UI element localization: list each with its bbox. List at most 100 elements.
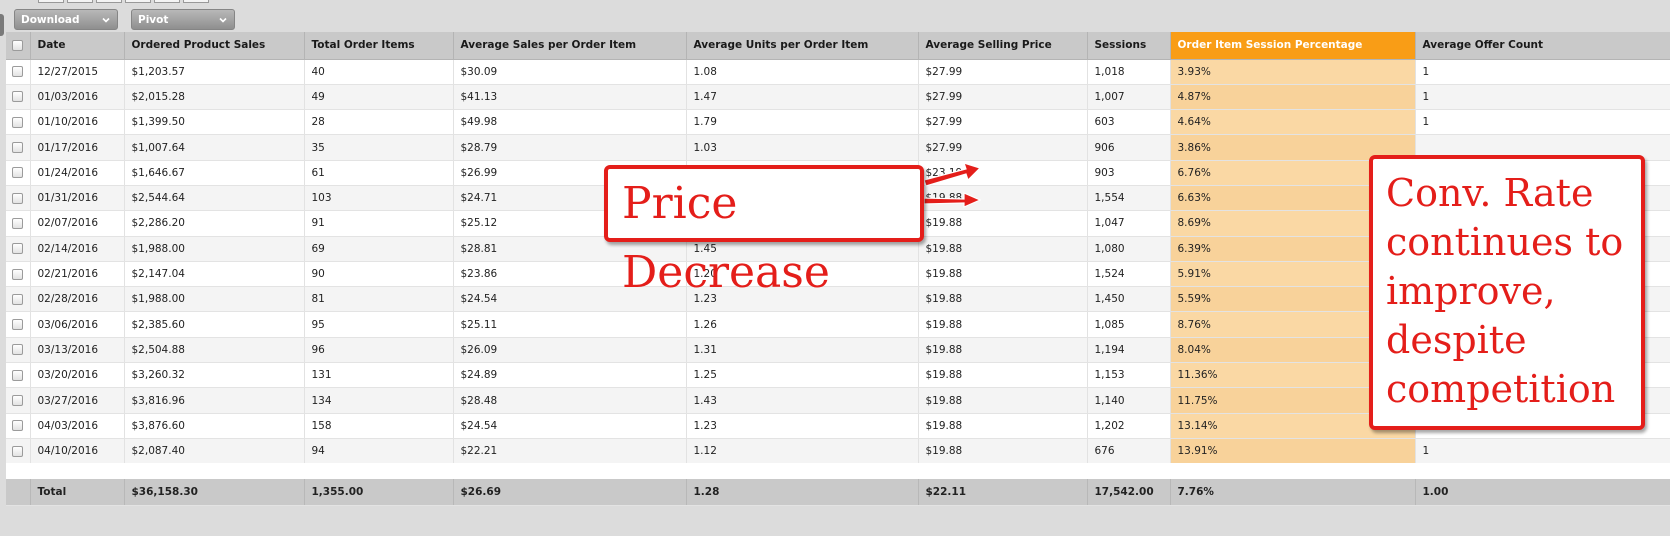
row-select-cell — [6, 286, 31, 313]
table-row[interactable]: 01/03/2016 $2,015.28 49 $41.13 1.47 $27.99 1,0… — [6, 84, 1670, 111]
total-sessions: 17,542.00 — [1087, 479, 1171, 506]
cell-date: 02/07/2016 — [30, 210, 125, 237]
row-checkbox[interactable] — [12, 369, 24, 381]
cell-avg-selling-price: $19.88 — [918, 286, 1088, 313]
row-select-cell — [6, 210, 31, 237]
col-header-total-order-items[interactable]: Total Order Items — [304, 32, 454, 60]
cell-sessions: 1,140 — [1087, 387, 1171, 414]
col-header-sessions[interactable]: Sessions — [1087, 32, 1171, 60]
cell-date: 02/21/2016 — [30, 261, 125, 288]
cell-ordered-product-sales: $1,646.67 — [124, 160, 305, 186]
price-decrease-callout: Price Decrease — [604, 165, 924, 298]
cell-sessions: 1,524 — [1087, 261, 1171, 288]
cell-sessions: 1,018 — [1087, 59, 1171, 85]
side-handle[interactable] — [0, 14, 4, 36]
cell-ordered-product-sales: $1,988.00 — [124, 236, 305, 262]
cell-total-order-items: 28 — [304, 109, 454, 136]
pager-tab[interactable] — [183, 0, 209, 3]
row-checkbox[interactable] — [12, 192, 24, 204]
pager-tab[interactable] — [154, 0, 180, 3]
pager-tab[interactable] — [38, 0, 64, 3]
table-row[interactable]: 04/10/2016 $2,087.40 94 $22.21 1.12 $19.88 676… — [6, 438, 1670, 465]
cell-avg-selling-price: $27.99 — [918, 59, 1088, 85]
table-row[interactable]: 01/10/2016 $1,399.50 28 $49.98 1.79 $27.99 603… — [6, 109, 1670, 136]
cell-sessions: 1,153 — [1087, 362, 1171, 389]
row-checkbox[interactable] — [12, 91, 24, 103]
row-checkbox[interactable] — [12, 217, 24, 229]
pager-tab[interactable] — [67, 0, 93, 3]
cell-date: 03/06/2016 — [30, 311, 125, 338]
top-pager — [38, 0, 212, 3]
cell-ordered-product-sales: $2,504.88 — [124, 337, 305, 364]
row-checkbox[interactable] — [12, 293, 24, 305]
total-avg-selling-price: $22.11 — [918, 479, 1088, 506]
cell-ordered-product-sales: $3,876.60 — [124, 413, 305, 439]
download-dropdown[interactable]: Download — [14, 9, 118, 30]
row-checkbox[interactable] — [12, 142, 24, 154]
cell-avg-selling-price: $19.88 — [918, 438, 1088, 465]
cell-sessions: 676 — [1087, 438, 1171, 465]
totals-label: Total — [30, 479, 125, 506]
cell-date: 01/17/2016 — [30, 134, 125, 161]
select-all-checkbox[interactable] — [12, 39, 24, 51]
pager-tab[interactable] — [125, 0, 151, 3]
pager-tab[interactable] — [96, 0, 122, 3]
pivot-dropdown[interactable]: Pivot — [131, 9, 235, 30]
cell-avg-sales-per-item: $24.89 — [453, 362, 687, 389]
col-header-ordered-product-sales[interactable]: Ordered Product Sales — [124, 32, 305, 60]
cell-ordered-product-sales: $1,988.00 — [124, 286, 305, 313]
row-checkbox[interactable] — [12, 420, 24, 432]
cell-sessions: 1,085 — [1087, 311, 1171, 338]
totals-spacer — [6, 479, 31, 506]
row-checkbox[interactable] — [12, 268, 24, 280]
totals-bar: Total $36,158.30 1,355.00 $26.69 1.28 $2… — [6, 479, 1670, 506]
cell-ordered-product-sales: $1,007.64 — [124, 134, 305, 161]
col-header-avg-offer-count[interactable]: Average Offer Count — [1415, 32, 1670, 60]
total-ordered-product-sales: $36,158.30 — [124, 479, 305, 506]
cell-sessions: 1,007 — [1087, 84, 1171, 111]
row-checkbox[interactable] — [12, 395, 24, 406]
cell-sessions: 1,080 — [1087, 236, 1171, 262]
col-header-order-item-session-pct[interactable]: Order Item Session Percentage — [1170, 32, 1416, 60]
col-header-avg-units-per-item[interactable]: Average Units per Order Item — [686, 32, 919, 60]
row-checkbox[interactable] — [12, 344, 24, 356]
cell-avg-selling-price: $19.88 — [918, 362, 1088, 389]
cell-date: 02/28/2016 — [30, 286, 125, 313]
toolbar: Download Pivot — [14, 9, 235, 30]
row-checkbox[interactable] — [12, 167, 24, 179]
row-checkbox[interactable] — [12, 116, 24, 128]
cell-ordered-product-sales: $2,385.60 — [124, 311, 305, 338]
cell-date: 12/27/2015 — [30, 59, 125, 85]
table-row[interactable]: 12/27/2015 $1,203.57 40 $30.09 1.08 $27.99 1,0… — [6, 59, 1670, 85]
cell-date: 01/31/2016 — [30, 185, 125, 212]
cell-avg-offer-count: 1 — [1415, 84, 1670, 111]
cell-avg-sales-per-item: $41.13 — [453, 84, 687, 111]
cell-date: 04/03/2016 — [30, 413, 125, 439]
cell-avg-selling-price: $19.88 — [918, 261, 1088, 288]
cell-avg-selling-price: $19.88 — [918, 210, 1088, 237]
spacer — [6, 463, 1670, 479]
row-select-cell — [6, 236, 31, 262]
row-select-cell — [6, 362, 31, 389]
row-select-cell — [6, 185, 31, 212]
col-header-avg-selling-price[interactable]: Average Selling Price — [918, 32, 1088, 60]
cell-avg-units-per-item: 1.08 — [686, 59, 919, 85]
cell-avg-sales-per-item: $24.54 — [453, 413, 687, 439]
row-select-cell — [6, 337, 31, 364]
cell-date: 02/14/2016 — [30, 236, 125, 262]
cell-avg-offer-count: 1 — [1415, 109, 1670, 136]
row-checkbox[interactable] — [12, 319, 24, 331]
cell-date: 04/10/2016 — [30, 438, 125, 465]
row-checkbox[interactable] — [12, 66, 24, 78]
cell-sessions: 1,194 — [1087, 337, 1171, 364]
cell-avg-sales-per-item: $22.21 — [453, 438, 687, 465]
cell-avg-selling-price: $19.88 — [918, 413, 1088, 439]
cell-date: 03/13/2016 — [30, 337, 125, 364]
cell-avg-selling-price: $19.88 — [918, 311, 1088, 338]
col-header-avg-sales-per-item[interactable]: Average Sales per Order Item — [453, 32, 687, 60]
row-checkbox[interactable] — [12, 445, 24, 457]
row-checkbox[interactable] — [12, 243, 24, 255]
col-header-date[interactable]: Date — [30, 32, 125, 60]
cell-date: 01/03/2016 — [30, 84, 125, 111]
row-select-cell — [6, 261, 31, 288]
